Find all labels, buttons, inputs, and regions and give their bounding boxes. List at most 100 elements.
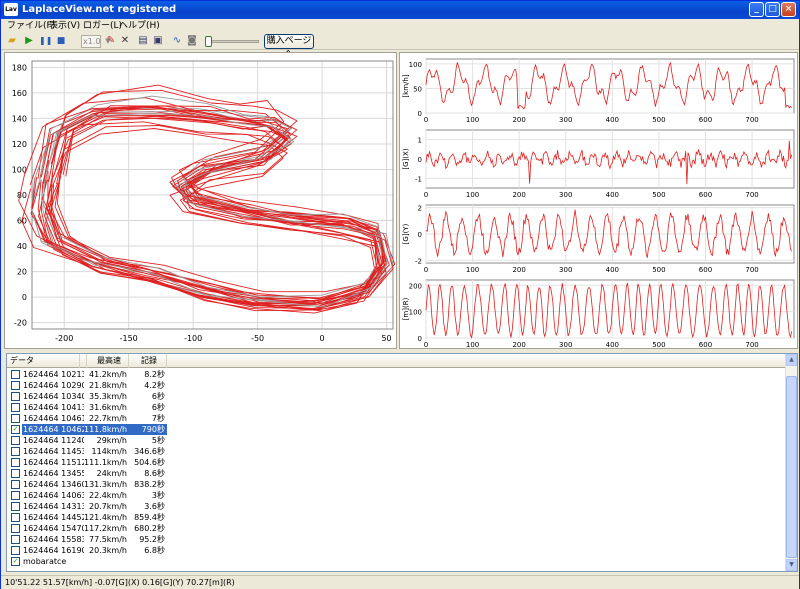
maximize-button[interactable]: □ bbox=[765, 2, 780, 17]
list-item[interactable]: 1624464 144526121.4km/h 859.4秒 bbox=[7, 512, 787, 523]
map-y-tick-label: 80 bbox=[17, 191, 27, 200]
ts-x-tick-label: 500 bbox=[652, 341, 665, 349]
row-checkbox[interactable] bbox=[11, 403, 20, 412]
list-item[interactable]: 1624464 154705117.2km/h 680.2秒 bbox=[7, 523, 787, 534]
row-checkbox[interactable] bbox=[11, 458, 20, 467]
list-item[interactable]: 1624464 161906 20.3km/h 6.8秒 bbox=[7, 545, 787, 556]
play-icon[interactable]: ▶ bbox=[23, 35, 35, 47]
row-checkbox[interactable] bbox=[11, 414, 20, 423]
scroll-down-icon[interactable]: ▼ bbox=[786, 559, 797, 571]
delete-icon[interactable]: ✕ bbox=[119, 35, 131, 47]
ts-y-axis-label: [G](X) bbox=[402, 148, 410, 169]
ts-x-tick-label: 600 bbox=[699, 341, 712, 349]
row-max-speed: 77.5km/h bbox=[88, 535, 127, 544]
list-item[interactable]: ✓1624464 104622111.8km/h790秒 bbox=[7, 424, 787, 435]
menu-logger[interactable]: ロガー(L) bbox=[83, 20, 122, 32]
ts-x-tick-label: 300 bbox=[559, 266, 572, 274]
header-data[interactable]: データ bbox=[7, 354, 80, 368]
row-checkbox[interactable] bbox=[11, 370, 20, 379]
ts-y-tick-label: 50 bbox=[413, 85, 422, 93]
list-item[interactable]: 1624464 134558 24km/h 8.6秒 bbox=[7, 468, 787, 479]
save-icon[interactable]: ▤ bbox=[137, 35, 149, 47]
row-name: 1624464 134558 bbox=[23, 469, 84, 478]
close-button[interactable]: × bbox=[781, 2, 796, 17]
list-item[interactable]: 1624464 155838 77.5km/h 95.2秒 bbox=[7, 534, 787, 545]
list-item[interactable]: 1624464 102136 41.2km/h 8.2秒 bbox=[7, 369, 787, 380]
row-checkbox[interactable] bbox=[11, 436, 20, 445]
scroll-up-icon[interactable]: ▲ bbox=[786, 354, 797, 366]
seek-slider-thumb[interactable] bbox=[205, 36, 212, 47]
list-item[interactable]: 1624464 102906 21.8km/h 4.2秒 bbox=[7, 380, 787, 391]
list-item[interactable]: 1624464 143136 20.7km/h 3.6秒 bbox=[7, 501, 787, 512]
row-checkbox[interactable] bbox=[11, 480, 20, 489]
row-checkbox[interactable] bbox=[11, 513, 20, 522]
list-header: データ 最高速 記録 bbox=[7, 354, 787, 368]
ts-x-tick-label: 100 bbox=[466, 116, 479, 124]
scroll-thumb[interactable] bbox=[786, 376, 797, 558]
row-name: 1624464 140636 bbox=[23, 491, 84, 500]
list-item[interactable]: 1624464 134609131.3km/h 838.2秒 bbox=[7, 479, 787, 490]
ts-x-tick-label: 400 bbox=[606, 116, 619, 124]
ts-x-tick-label: 300 bbox=[559, 341, 572, 349]
vertical-scrollbar[interactable]: ▲ ▼ bbox=[785, 354, 797, 571]
list-item[interactable]: 1624464 112405 29km/h 5秒 bbox=[7, 435, 787, 446]
open-folder-icon[interactable]: ▰ bbox=[6, 35, 18, 47]
ts-y-tick-label: 1 bbox=[418, 137, 422, 145]
minimize-button[interactable]: _ bbox=[749, 2, 764, 17]
ts-x-tick-label: 500 bbox=[652, 116, 665, 124]
list-item[interactable]: ✓ mobaratce bbox=[7, 556, 787, 567]
row-max-speed: 21.8km/h bbox=[88, 381, 127, 390]
camera-icon[interactable]: ◙ bbox=[186, 35, 198, 47]
menu-file[interactable]: ファイル(F) bbox=[7, 20, 55, 32]
list-item[interactable]: 1624464 104135 31.6km/h 6秒 bbox=[7, 402, 787, 413]
map-x-tick-label: -50 bbox=[251, 334, 264, 343]
stop-icon[interactable]: ■ bbox=[55, 35, 67, 47]
map-y-tick-label: 40 bbox=[17, 242, 27, 251]
list-item[interactable]: 1624464 103406 35.3km/h 6秒 bbox=[7, 391, 787, 402]
row-checkbox[interactable] bbox=[11, 469, 20, 478]
ts-y-tick-label: 0 bbox=[418, 231, 422, 239]
export-icon[interactable]: ▣ bbox=[152, 35, 164, 47]
row-record: 7秒 bbox=[151, 414, 165, 423]
ts-x-tick-label: 200 bbox=[512, 116, 525, 124]
data-list: データ 最高速 記録 1624464 10213641.2km/h8.2秒 162… bbox=[6, 353, 798, 572]
row-checkbox[interactable] bbox=[11, 535, 20, 544]
list-item[interactable]: 1624464 104610 22.7km/h 7秒 bbox=[7, 413, 787, 424]
row-name: 1624464 103406 bbox=[23, 392, 84, 401]
row-checkbox[interactable] bbox=[11, 447, 20, 456]
row-max-speed: 131.3km/h bbox=[84, 480, 128, 489]
row-name: 1624464 143136 bbox=[23, 502, 84, 511]
row-checkbox[interactable] bbox=[11, 502, 20, 511]
ts-y-tick-label: 100 bbox=[409, 309, 422, 317]
row-checkbox[interactable]: ✓ bbox=[11, 425, 20, 434]
row-checkbox[interactable] bbox=[11, 524, 20, 533]
menu-view[interactable]: 表示(V) bbox=[49, 20, 80, 32]
header-record[interactable]: 記録 bbox=[129, 354, 167, 368]
speed-dropdown[interactable]: x1.0 bbox=[81, 35, 101, 48]
list-item[interactable]: 1624464 140636 22.4km/h 3秒 bbox=[7, 490, 787, 501]
row-checkbox[interactable] bbox=[11, 381, 20, 390]
ts-x-tick-label: 100 bbox=[466, 341, 479, 349]
list-item[interactable]: 1624464 114535 114km/h 346.6秒 bbox=[7, 446, 787, 457]
list-item[interactable]: 1624464 115127111.1km/h 504.6秒 bbox=[7, 457, 787, 468]
map-y-tick-label: 20 bbox=[17, 268, 27, 277]
row-max-speed: 20.7km/h bbox=[88, 502, 127, 511]
map-lap-trace bbox=[38, 111, 377, 312]
map-y-tick-label: 0 bbox=[22, 293, 27, 302]
row-checkbox[interactable] bbox=[11, 491, 20, 500]
pause-icon[interactable]: ❚❚ bbox=[39, 35, 52, 47]
header-max-speed[interactable]: 最高速 bbox=[87, 354, 129, 368]
ts-y-tick-label: 100 bbox=[409, 61, 422, 69]
row-checkbox[interactable] bbox=[11, 546, 20, 555]
pen-icon[interactable]: ✎ bbox=[105, 35, 117, 47]
map-y-tick-label: 160 bbox=[12, 89, 27, 98]
row-record: 4.2秒 bbox=[144, 381, 165, 390]
seek-slider[interactable] bbox=[207, 40, 259, 43]
chart-icon[interactable]: ∿ bbox=[171, 35, 183, 47]
buy-page-button[interactable]: 購入ページへ bbox=[264, 34, 314, 59]
menu-help[interactable]: ヘルプ(H) bbox=[119, 20, 160, 32]
title-bar[interactable]: Lav LaplaceView.net registered _ □ × bbox=[1, 1, 799, 19]
row-checkbox[interactable]: ✓ bbox=[11, 557, 20, 566]
row-checkbox[interactable] bbox=[11, 392, 20, 401]
header-blank[interactable] bbox=[80, 354, 87, 368]
